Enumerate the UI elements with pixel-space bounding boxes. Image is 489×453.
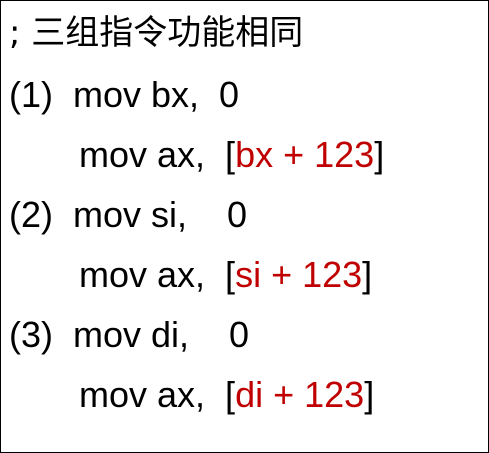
open-bracket: [ (225, 254, 236, 295)
group-3-first-line: (3) mov di, 0 (9, 309, 249, 361)
group-2-second-prefix: mov ax, (79, 254, 226, 295)
group-3-instruction: mov di, 0 (73, 314, 250, 355)
group-3-second-prefix: mov ax, (79, 374, 226, 415)
group-1-instruction: mov bx, 0 (73, 74, 240, 115)
code-box: ; 三组指令功能相同 (1) mov bx, 0 mov ax, [bx + 1… (0, 0, 489, 453)
group-2-operand: si + 123 (235, 254, 363, 295)
group-3-second-line: mov ax, [di + 123] (79, 369, 374, 421)
open-bracket: [ (225, 374, 236, 415)
close-bracket: ] (364, 374, 375, 415)
group-1-first-line: (1) mov bx, 0 (9, 69, 239, 121)
close-bracket: ] (362, 254, 373, 295)
group-3-operand: di + 123 (235, 374, 365, 415)
group-2-instruction: mov si, 0 (73, 194, 248, 235)
group-1-second-line: mov ax, [bx + 123] (79, 129, 384, 181)
group-2-second-line: mov ax, [si + 123] (79, 249, 372, 301)
comment-text: ; 三组指令功能相同 (9, 13, 304, 53)
group-2-first-line: (2) mov si, 0 (9, 189, 247, 241)
comment-line: ; 三组指令功能相同 (9, 7, 303, 59)
group-2-label: (2) (9, 194, 53, 235)
group-1-operand: bx + 123 (235, 134, 375, 175)
group-1-second-prefix: mov ax, (79, 134, 226, 175)
group-1-label: (1) (9, 74, 53, 115)
group-3-label: (3) (9, 314, 53, 355)
open-bracket: [ (225, 134, 236, 175)
close-bracket: ] (374, 134, 385, 175)
